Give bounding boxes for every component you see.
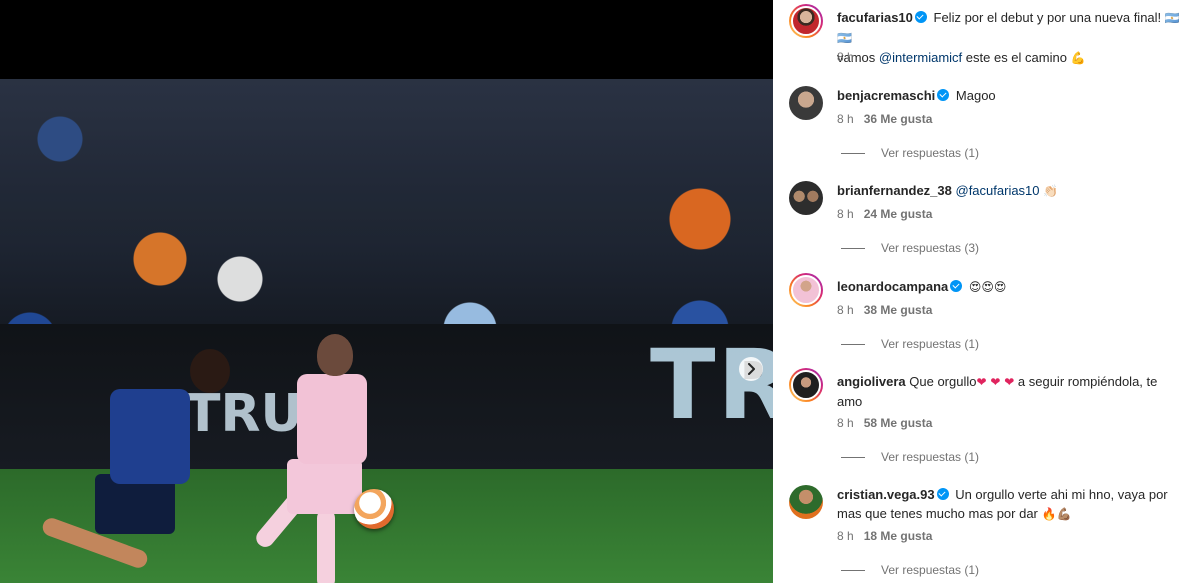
photo-ball <box>354 489 394 529</box>
comment-likes[interactable]: 36 Me gusta <box>864 112 933 126</box>
comment-time[interactable]: 8 h <box>837 207 854 221</box>
comment-time[interactable]: 8 h <box>837 529 854 543</box>
comment-time[interactable]: 8 h <box>837 112 854 126</box>
next-slide-button[interactable] <box>739 357 763 381</box>
replies-divider <box>841 343 865 345</box>
view-replies-label: Ver respuestas (1) <box>881 146 980 160</box>
comment-text: Que orgullo <box>909 374 977 389</box>
caption-emoji: 💪 <box>1070 51 1086 65</box>
view-replies-label: Ver respuestas (1) <box>881 450 980 464</box>
commenter-avatar[interactable] <box>789 368 823 402</box>
view-replies-label: Ver respuestas (1) <box>881 337 980 351</box>
commenter-avatar[interactable] <box>789 485 823 519</box>
view-replies-button[interactable]: Ver respuestas (3) <box>841 241 979 255</box>
commenter-avatar[interactable] <box>789 181 823 215</box>
replies-divider <box>841 569 865 571</box>
caption-text: Feliz por el debut y por una nueva final… <box>933 10 1165 25</box>
view-replies-label: Ver respuestas (3) <box>881 241 980 255</box>
commenter-avatar[interactable] <box>789 273 823 307</box>
comment-emoji: 👏🏻 <box>1043 184 1059 198</box>
verified-badge-icon <box>937 89 950 101</box>
comment-hearts: ❤ ❤ ❤ <box>976 375 1015 389</box>
view-replies-button[interactable]: Ver respuestas (1) <box>841 146 979 160</box>
view-replies-button[interactable]: Ver respuestas (1) <box>841 337 979 351</box>
comment-username[interactable]: brianfernandez_38 <box>837 183 952 198</box>
comments-panel: facufarias10 Feliz por el debut y por un… <box>773 0 1200 583</box>
photo-crowd <box>0 79 773 324</box>
comment-likes[interactable]: 38 Me gusta <box>864 303 933 317</box>
verified-badge-icon <box>914 11 927 23</box>
replies-divider <box>841 456 865 458</box>
verified-badge-icon <box>936 488 949 500</box>
comment-likes[interactable]: 58 Me gusta <box>864 416 933 430</box>
comment-username[interactable]: benjacremaschi <box>837 88 935 103</box>
comment-username[interactable]: cristian.vega.93 <box>837 487 935 502</box>
comment-username[interactable]: angiolivera <box>837 374 906 389</box>
comment-emoji: 🔥💪🏽 <box>1041 507 1072 521</box>
comment-likes[interactable]: 24 Me gusta <box>864 207 933 221</box>
author-avatar[interactable] <box>789 4 823 38</box>
replies-divider <box>841 247 865 249</box>
replies-divider <box>841 152 865 154</box>
comment-time[interactable]: 8 h <box>837 303 854 317</box>
comment-username[interactable]: leonardocampana <box>837 279 948 294</box>
view-replies-button[interactable]: Ver respuestas (1) <box>841 563 979 577</box>
comment-likes[interactable]: 18 Me gusta <box>864 529 933 543</box>
photo-player-blue <box>40 349 230 583</box>
author-username[interactable]: facufarias10 <box>837 10 913 25</box>
commenter-avatar[interactable] <box>789 86 823 120</box>
chevron-right-icon <box>748 363 755 375</box>
caption-mention[interactable]: @intermiamicf <box>879 50 962 65</box>
verified-badge-icon <box>950 280 963 292</box>
view-replies-button[interactable]: Ver respuestas (1) <box>841 450 979 464</box>
comment-time[interactable]: 8 h <box>837 416 854 430</box>
comment-mention[interactable]: @facufarias10 <box>956 183 1040 198</box>
adboard-text: TR <box>650 329 773 441</box>
caption-time[interactable]: 8 h <box>837 50 854 64</box>
comment-emoji: 😍😍😍 <box>968 280 1007 294</box>
comment-text: Magoo <box>955 88 996 103</box>
photo-player-pink <box>232 334 422 583</box>
view-replies-label: Ver respuestas (1) <box>881 563 980 577</box>
caption-text-3: este es el camino <box>962 50 1071 65</box>
post-media: TR TRU <box>0 0 773 583</box>
